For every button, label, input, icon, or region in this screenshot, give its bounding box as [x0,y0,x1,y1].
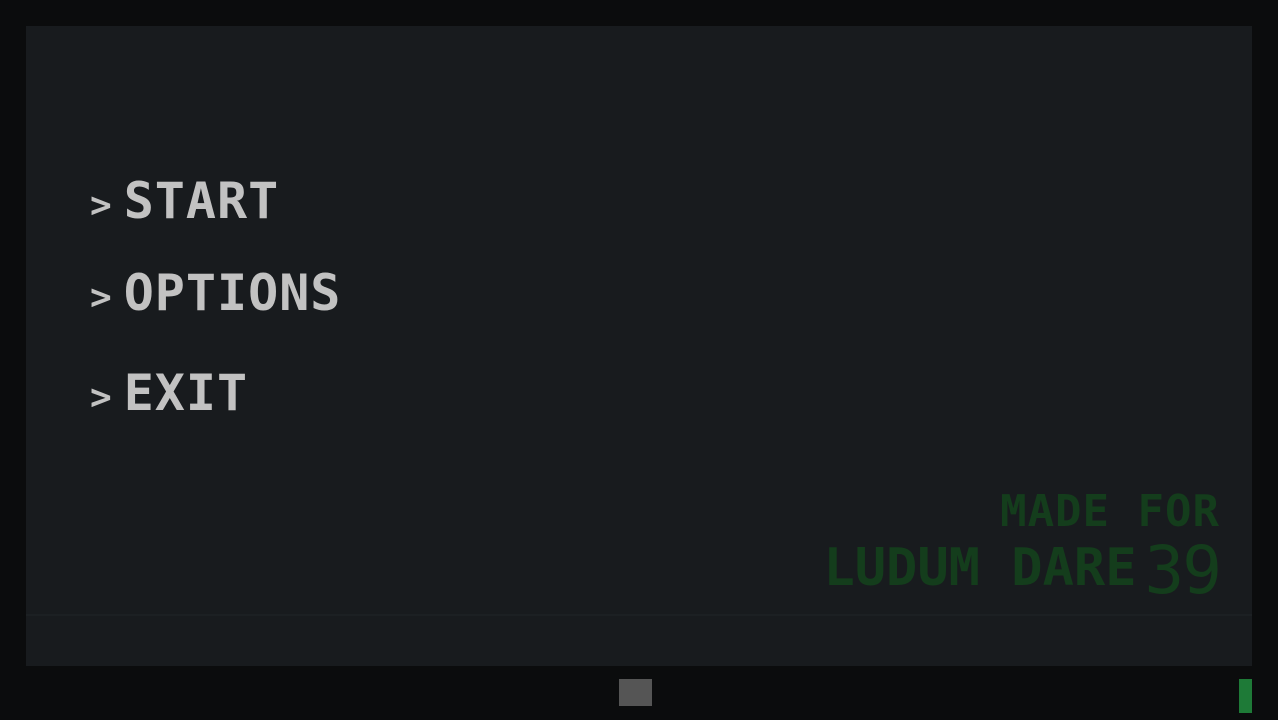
credit-number: 39 [1144,532,1222,609]
menu-start-label: START [123,172,280,230]
game-screen: > START > OPTIONS > EXIT MADE FOR LUDUM … [26,26,1252,666]
credit-made-for: MADE FOR [1000,486,1220,537]
menu-exit-button[interactable]: > EXIT [90,364,248,422]
status-square-icon [619,679,652,706]
menu-exit-label: EXIT [123,364,249,422]
menu-options-button[interactable]: > OPTIONS [90,264,341,322]
arrow-icon: > [90,376,112,418]
arrow-icon: > [90,184,112,226]
status-bar-indicator [1239,679,1252,713]
screen-bottom-strip [26,614,1252,616]
arrow-icon: > [90,276,112,318]
credit-ludum-dare-label: LUDUM DARE [823,538,1137,598]
menu-options-label: OPTIONS [123,264,342,322]
menu-start-button[interactable]: > START [90,172,279,230]
credit-ludum-dare: LUDUM DARE 39 [823,532,1222,609]
